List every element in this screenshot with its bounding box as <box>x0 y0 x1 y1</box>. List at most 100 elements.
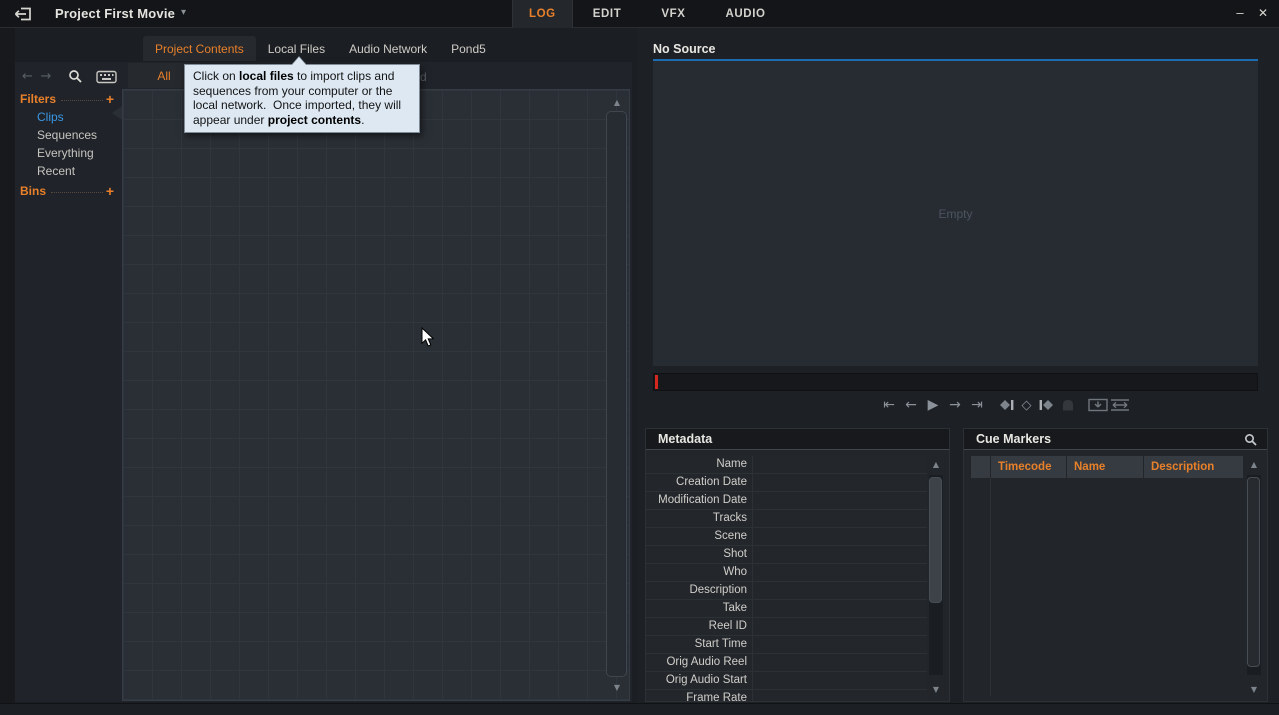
metadata-scroll-up-icon[interactable]: ▲ <box>929 460 943 469</box>
back-arrow-icon[interactable]: ← <box>22 69 41 84</box>
sidebar-item-everything[interactable]: Everything <box>37 144 117 162</box>
metadata-row: Modification Date <box>646 492 927 510</box>
metadata-rows: Name Creation Date Modification Date Tra… <box>646 456 927 702</box>
cue-table-body <box>971 478 1243 696</box>
metadata-label: Modification Date <box>646 492 752 509</box>
tab-audio[interactable]: AUDIO <box>706 0 786 28</box>
metadata-value[interactable] <box>752 456 927 473</box>
metadata-value[interactable] <box>752 582 927 599</box>
transport-controls: ⇤ ← ▶ → ⇥ ◇ <box>878 395 1131 415</box>
cue-scroll-up-icon[interactable]: ▲ <box>1247 460 1261 469</box>
tab-project-contents[interactable]: Project Contents <box>143 36 256 61</box>
step-back-icon[interactable]: ← <box>900 396 922 414</box>
cue-markers-title: Cue Markers <box>964 429 1267 450</box>
metadata-row: Who <box>646 564 927 582</box>
minimize-icon[interactable]: – <box>1231 3 1249 23</box>
metadata-panel: Metadata Name Creation Date Modification… <box>645 428 950 702</box>
tooltip-bold-local-files: local files <box>239 69 294 83</box>
metadata-row: Take <box>646 600 927 618</box>
local-files-tooltip: Click on local files to import clips and… <box>184 64 420 133</box>
title-bar: Project First Movie ▾ LOG EDIT VFX AUDIO… <box>0 0 1279 28</box>
metadata-row: Reel ID <box>646 618 927 636</box>
metadata-value[interactable] <box>752 528 927 545</box>
sidebar-item-clips[interactable]: Clips <box>37 108 117 126</box>
tab-audio-network[interactable]: Audio Network <box>337 36 439 61</box>
add-bin-icon[interactable]: + <box>106 185 114 197</box>
metadata-row: Start Time <box>646 636 927 654</box>
insert-below-icon[interactable] <box>1087 396 1109 414</box>
metadata-row: Name <box>646 456 927 474</box>
cue-marker-icon[interactable]: ◇ <box>1018 396 1035 414</box>
playhead-marker <box>655 375 658 389</box>
metadata-value[interactable] <box>752 492 927 509</box>
goto-end-icon[interactable]: ⇥ <box>966 396 988 414</box>
metadata-value[interactable] <box>752 600 927 617</box>
step-forward-icon[interactable]: → <box>944 396 966 414</box>
add-filter-icon[interactable]: + <box>106 93 114 105</box>
metadata-value[interactable] <box>752 546 927 563</box>
source-viewer-title: No Source <box>653 42 716 56</box>
cue-col-description[interactable]: Description <box>1144 456 1243 478</box>
metadata-value[interactable] <box>752 690 927 702</box>
metadata-label: Take <box>646 600 752 617</box>
project-dropdown-caret-icon[interactable]: ▾ <box>181 7 186 18</box>
sidebar-item-sequences[interactable]: Sequences <box>37 126 117 144</box>
metadata-label: Reel ID <box>646 618 752 635</box>
cue-scrollbar-track[interactable] <box>1247 475 1261 675</box>
metadata-value[interactable] <box>752 564 927 581</box>
cue-col-name[interactable]: Name <box>1067 456 1144 478</box>
play-icon[interactable]: ▶ <box>922 396 944 414</box>
metadata-label: Description <box>646 582 752 599</box>
sidebar-toolbar: ← → <box>22 68 117 85</box>
metadata-row: Creation Date <box>646 474 927 492</box>
metadata-value[interactable] <box>752 510 927 527</box>
metadata-label: Start Time <box>646 636 752 653</box>
tab-vfx[interactable]: VFX <box>641 0 705 28</box>
bin-scroll-up-icon[interactable]: ▲ <box>610 98 624 107</box>
source-viewer: Empty <box>653 59 1258 366</box>
metadata-scrollbar-thumb[interactable] <box>929 477 942 603</box>
metadata-label: Creation Date <box>646 474 752 491</box>
metadata-value[interactable] <box>752 636 927 653</box>
metadata-label: Orig Audio Start <box>646 672 752 689</box>
close-icon[interactable]: ✕ <box>1254 3 1272 23</box>
search-icon[interactable] <box>68 69 83 84</box>
cue-scroll-down-icon[interactable]: ▼ <box>1247 685 1261 694</box>
tooltip-text: . <box>361 113 364 127</box>
exit-project-icon[interactable] <box>12 6 34 22</box>
source-timeline-strip[interactable] <box>653 373 1258 391</box>
metadata-label: Scene <box>646 528 752 545</box>
metadata-value[interactable] <box>752 654 927 671</box>
cue-marker-column <box>971 478 991 696</box>
mark-out-icon[interactable] <box>1035 396 1057 414</box>
metadata-scrollbar-track[interactable] <box>929 475 943 675</box>
metadata-row: Shot <box>646 546 927 564</box>
mark-in-icon[interactable] <box>996 396 1018 414</box>
metadata-scroll-down-icon[interactable]: ▼ <box>929 685 943 694</box>
forward-arrow-icon[interactable]: → <box>41 69 60 84</box>
metadata-row: Tracks <box>646 510 927 528</box>
tab-log[interactable]: LOG <box>512 0 573 28</box>
park-icon[interactable] <box>1057 396 1079 414</box>
bin-scrollbar-thumb[interactable] <box>606 111 627 677</box>
bins-label: Bins <box>20 184 46 198</box>
goto-start-icon[interactable]: ⇤ <box>878 396 900 414</box>
project-title[interactable]: Project First Movie <box>55 6 175 21</box>
metadata-label: Tracks <box>646 510 752 527</box>
cue-col-timecode[interactable]: Timecode <box>991 456 1067 478</box>
metadata-value[interactable] <box>752 474 927 491</box>
metadata-value[interactable] <box>752 672 927 689</box>
tab-pond5[interactable]: Pond5 <box>439 36 498 61</box>
bin-scroll-down-icon[interactable]: ▼ <box>610 683 624 692</box>
keyboard-icon[interactable] <box>96 70 117 84</box>
cue-scrollbar-thumb[interactable] <box>1247 477 1260 667</box>
sidebar-item-recent[interactable]: Recent <box>37 162 117 180</box>
tab-edit[interactable]: EDIT <box>573 0 642 28</box>
tooltip-text: Click on <box>193 69 239 83</box>
metadata-value[interactable] <box>752 618 927 635</box>
filters-label: Filters <box>20 92 56 106</box>
fit-width-icon[interactable] <box>1109 396 1131 414</box>
content-source-tabs: Project Contents Local Files Audio Netwo… <box>143 36 498 61</box>
cue-search-icon[interactable] <box>1244 433 1258 447</box>
cue-table-header: Timecode Name Description <box>971 456 1243 478</box>
